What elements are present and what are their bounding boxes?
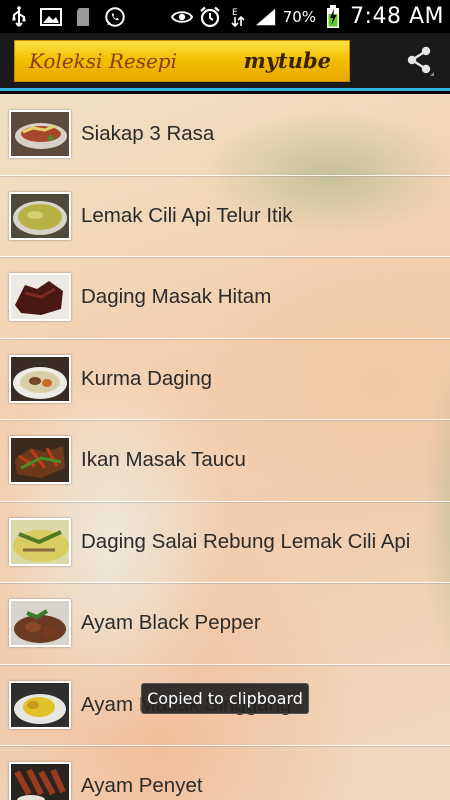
recipe-title: Daging Salai Rebung Lemak Cili Api — [81, 529, 411, 553]
list-item[interactable]: Daging Salai Rebung Lemak Cili Api — [0, 502, 450, 584]
alarm-icon — [199, 6, 221, 28]
recipe-thumbnail — [9, 680, 71, 729]
status-bar: E 70% 7:48 AM — [0, 0, 450, 33]
list-item[interactable]: Siakap 3 Rasa — [0, 94, 450, 176]
action-bar: Koleksi Resepi mytube — [0, 33, 450, 91]
usb-icon — [8, 5, 30, 28]
recipe-thumbnail — [9, 517, 71, 566]
recipe-thumbnail — [9, 110, 71, 159]
recipe-title: Daging Masak Hitam — [81, 285, 272, 309]
signal-icon — [255, 6, 277, 28]
recipe-thumbnail — [9, 436, 71, 485]
list-item[interactable]: Ayam Black Pepper — [0, 583, 450, 665]
list-item[interactable]: Lemak Cili Api Telur Itik — [0, 176, 450, 258]
svg-text:E: E — [232, 8, 238, 18]
banner-brand: mytube — [243, 48, 331, 73]
share-icon — [404, 44, 436, 81]
recipe-thumbnail — [9, 599, 71, 648]
recipe-title: Kurma Daging — [81, 366, 213, 390]
battery-charging-icon — [322, 4, 344, 28]
list-item[interactable]: Kurma Daging — [0, 339, 450, 421]
image-icon — [40, 6, 62, 28]
recipe-title: Ikan Masak Taucu — [81, 448, 246, 472]
recipe-title: Lemak Cili Api Telur Itik — [81, 203, 293, 227]
battery-percent: 70% — [282, 7, 317, 26]
share-button[interactable] — [400, 41, 440, 83]
eye-icon — [170, 6, 193, 28]
app-banner: Koleksi Resepi mytube — [14, 40, 350, 82]
whatsapp-icon — [104, 6, 126, 28]
recipe-thumbnail — [9, 354, 71, 403]
toast-message: Copied to clipboard — [141, 683, 309, 714]
sd-card-icon — [72, 6, 94, 28]
data-arrows-icon: E — [227, 6, 249, 28]
recipe-thumbnail — [9, 191, 71, 240]
list-item[interactable]: Ikan Masak Taucu — [0, 420, 450, 502]
list-item[interactable]: Ayam Penyet — [0, 746, 450, 800]
recipe-title: Ayam Black Pepper — [81, 611, 261, 635]
recipe-thumbnail — [9, 762, 71, 800]
banner-title: Koleksi Resepi — [29, 49, 178, 73]
recipe-thumbnail — [9, 273, 71, 322]
list-item[interactable]: Daging Masak Hitam — [0, 257, 450, 339]
recipe-title: Siakap 3 Rasa — [81, 122, 215, 146]
clock: 7:48 AM — [350, 4, 444, 29]
recipe-title: Ayam Penyet — [81, 774, 203, 798]
